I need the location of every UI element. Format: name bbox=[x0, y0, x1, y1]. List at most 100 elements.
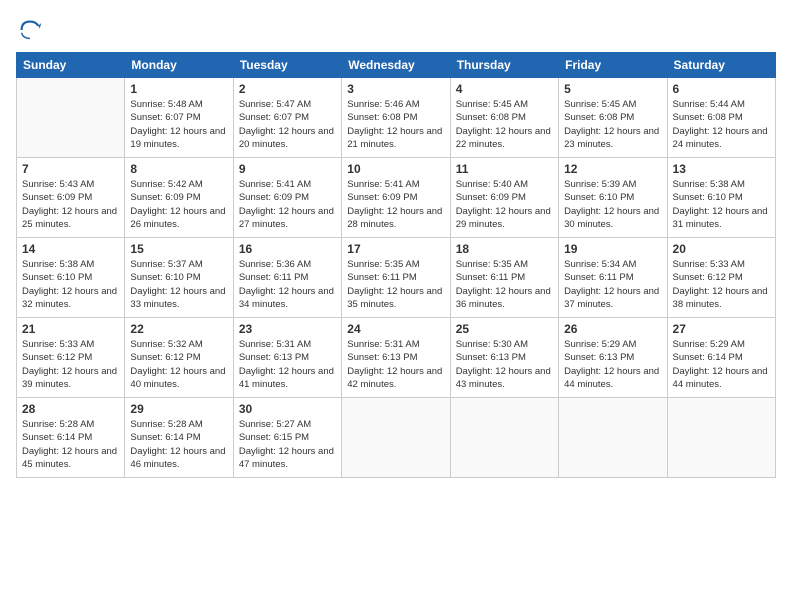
day-info: Sunrise: 5:45 AMSunset: 6:08 PMDaylight:… bbox=[564, 98, 661, 151]
day-number: 20 bbox=[673, 242, 770, 256]
header-row: SundayMondayTuesdayWednesdayThursdayFrid… bbox=[17, 53, 776, 78]
day-number: 1 bbox=[130, 82, 227, 96]
day-info: Sunrise: 5:33 AMSunset: 6:12 PMDaylight:… bbox=[673, 258, 770, 311]
calendar-cell: 9 Sunrise: 5:41 AMSunset: 6:09 PMDaylight… bbox=[233, 158, 341, 238]
calendar-cell: 27Sunrise: 5:29 AMSunset: 6:14 PMDayligh… bbox=[667, 318, 775, 398]
calendar-cell bbox=[17, 78, 125, 158]
calendar-week-row: 21 Sunrise: 5:33 AMSunset: 6:12 PMDayligh… bbox=[17, 318, 776, 398]
day-number: 28 bbox=[22, 402, 119, 416]
calendar-week-row: 28 Sunrise: 5:28 AMSunset: 6:14 PMDayligh… bbox=[17, 398, 776, 478]
day-number: 25 bbox=[456, 322, 553, 336]
day-number: 15 bbox=[130, 242, 227, 256]
day-number: 9 bbox=[239, 162, 336, 176]
logo bbox=[16, 16, 48, 44]
calendar-cell: 8 Sunrise: 5:42 AMSunset: 6:09 PMDaylight… bbox=[125, 158, 233, 238]
day-number: 13 bbox=[673, 162, 770, 176]
weekday-header: Monday bbox=[125, 53, 233, 78]
day-info: Sunrise: 5:29 AMSunset: 6:13 PMDaylight:… bbox=[564, 338, 661, 391]
day-number: 5 bbox=[564, 82, 661, 96]
calendar-header: SundayMondayTuesdayWednesdayThursdayFrid… bbox=[17, 53, 776, 78]
day-number: 30 bbox=[239, 402, 336, 416]
calendar-cell bbox=[450, 398, 558, 478]
weekday-header: Sunday bbox=[17, 53, 125, 78]
calendar-cell: 6 Sunrise: 5:44 AMSunset: 6:08 PMDaylight… bbox=[667, 78, 775, 158]
calendar-cell: 22 Sunrise: 5:32 AMSunset: 6:12 PMDayligh… bbox=[125, 318, 233, 398]
weekday-header: Tuesday bbox=[233, 53, 341, 78]
calendar-cell: 16Sunrise: 5:36 AMSunset: 6:11 PMDayligh… bbox=[233, 238, 341, 318]
calendar-cell: 29 Sunrise: 5:28 AMSunset: 6:14 PMDayligh… bbox=[125, 398, 233, 478]
calendar-cell: 4 Sunrise: 5:45 AMSunset: 6:08 PMDaylight… bbox=[450, 78, 558, 158]
day-info: Sunrise: 5:34 AMSunset: 6:11 PMDaylight:… bbox=[564, 258, 661, 311]
calendar-cell: 17 Sunrise: 5:35 AMSunset: 6:11 PMDayligh… bbox=[342, 238, 450, 318]
calendar-cell bbox=[559, 398, 667, 478]
calendar-body: 1 Sunrise: 5:48 AMSunset: 6:07 PMDaylight… bbox=[17, 78, 776, 478]
day-number: 21 bbox=[22, 322, 119, 336]
day-number: 2 bbox=[239, 82, 336, 96]
calendar-week-row: 14 Sunrise: 5:38 AMSunset: 6:10 PMDayligh… bbox=[17, 238, 776, 318]
calendar-cell: 25Sunrise: 5:30 AMSunset: 6:13 PMDayligh… bbox=[450, 318, 558, 398]
day-number: 14 bbox=[22, 242, 119, 256]
calendar-cell: 21 Sunrise: 5:33 AMSunset: 6:12 PMDayligh… bbox=[17, 318, 125, 398]
calendar-cell: 18Sunrise: 5:35 AMSunset: 6:11 PMDayligh… bbox=[450, 238, 558, 318]
day-number: 29 bbox=[130, 402, 227, 416]
day-info: Sunrise: 5:27 AMSunset: 6:15 PMDaylight:… bbox=[239, 418, 336, 471]
day-info: Sunrise: 5:48 AMSunset: 6:07 PMDaylight:… bbox=[130, 98, 227, 151]
day-info: Sunrise: 5:40 AMSunset: 6:09 PMDaylight:… bbox=[456, 178, 553, 231]
calendar-cell: 30 Sunrise: 5:27 AMSunset: 6:15 PMDayligh… bbox=[233, 398, 341, 478]
day-number: 11 bbox=[456, 162, 553, 176]
page-header bbox=[16, 16, 776, 44]
calendar-week-row: 1 Sunrise: 5:48 AMSunset: 6:07 PMDaylight… bbox=[17, 78, 776, 158]
calendar-cell: 12 Sunrise: 5:39 AMSunset: 6:10 PMDayligh… bbox=[559, 158, 667, 238]
day-info: Sunrise: 5:38 AMSunset: 6:10 PMDaylight:… bbox=[673, 178, 770, 231]
day-number: 18 bbox=[456, 242, 553, 256]
day-info: Sunrise: 5:35 AMSunset: 6:11 PMDaylight:… bbox=[347, 258, 444, 311]
calendar-cell: 24 Sunrise: 5:31 AMSunset: 6:13 PMDayligh… bbox=[342, 318, 450, 398]
calendar-cell: 2 Sunrise: 5:47 AMSunset: 6:07 PMDaylight… bbox=[233, 78, 341, 158]
day-number: 12 bbox=[564, 162, 661, 176]
day-info: Sunrise: 5:42 AMSunset: 6:09 PMDaylight:… bbox=[130, 178, 227, 231]
day-info: Sunrise: 5:46 AMSunset: 6:08 PMDaylight:… bbox=[347, 98, 444, 151]
day-info: Sunrise: 5:45 AMSunset: 6:08 PMDaylight:… bbox=[456, 98, 553, 151]
day-info: Sunrise: 5:47 AMSunset: 6:07 PMDaylight:… bbox=[239, 98, 336, 151]
calendar-cell: 1 Sunrise: 5:48 AMSunset: 6:07 PMDaylight… bbox=[125, 78, 233, 158]
calendar-cell: 13 Sunrise: 5:38 AMSunset: 6:10 PMDayligh… bbox=[667, 158, 775, 238]
day-number: 6 bbox=[673, 82, 770, 96]
calendar-cell bbox=[342, 398, 450, 478]
day-number: 22 bbox=[130, 322, 227, 336]
calendar-cell: 14 Sunrise: 5:38 AMSunset: 6:10 PMDayligh… bbox=[17, 238, 125, 318]
calendar-cell: 5 Sunrise: 5:45 AMSunset: 6:08 PMDaylight… bbox=[559, 78, 667, 158]
day-info: Sunrise: 5:33 AMSunset: 6:12 PMDaylight:… bbox=[22, 338, 119, 391]
day-number: 7 bbox=[22, 162, 119, 176]
day-info: Sunrise: 5:41 AMSunset: 6:09 PMDaylight:… bbox=[239, 178, 336, 231]
calendar-cell bbox=[667, 398, 775, 478]
day-info: Sunrise: 5:36 AMSunset: 6:11 PMDaylight:… bbox=[239, 258, 336, 311]
calendar-cell: 20 Sunrise: 5:33 AMSunset: 6:12 PMDayligh… bbox=[667, 238, 775, 318]
weekday-header: Thursday bbox=[450, 53, 558, 78]
day-number: 3 bbox=[347, 82, 444, 96]
day-number: 17 bbox=[347, 242, 444, 256]
calendar-cell: 10Sunrise: 5:41 AMSunset: 6:09 PMDayligh… bbox=[342, 158, 450, 238]
calendar-cell: 26 Sunrise: 5:29 AMSunset: 6:13 PMDayligh… bbox=[559, 318, 667, 398]
weekday-header: Friday bbox=[559, 53, 667, 78]
day-info: Sunrise: 5:28 AMSunset: 6:14 PMDaylight:… bbox=[130, 418, 227, 471]
day-number: 19 bbox=[564, 242, 661, 256]
calendar-cell: 19 Sunrise: 5:34 AMSunset: 6:11 PMDayligh… bbox=[559, 238, 667, 318]
day-info: Sunrise: 5:31 AMSunset: 6:13 PMDaylight:… bbox=[347, 338, 444, 391]
day-number: 27 bbox=[673, 322, 770, 336]
day-number: 8 bbox=[130, 162, 227, 176]
day-number: 4 bbox=[456, 82, 553, 96]
day-info: Sunrise: 5:32 AMSunset: 6:12 PMDaylight:… bbox=[130, 338, 227, 391]
day-number: 23 bbox=[239, 322, 336, 336]
day-info: Sunrise: 5:38 AMSunset: 6:10 PMDaylight:… bbox=[22, 258, 119, 311]
day-info: Sunrise: 5:28 AMSunset: 6:14 PMDaylight:… bbox=[22, 418, 119, 471]
calendar-cell: 23 Sunrise: 5:31 AMSunset: 6:13 PMDayligh… bbox=[233, 318, 341, 398]
day-number: 24 bbox=[347, 322, 444, 336]
day-info: Sunrise: 5:43 AMSunset: 6:09 PMDaylight:… bbox=[22, 178, 119, 231]
day-number: 26 bbox=[564, 322, 661, 336]
day-info: Sunrise: 5:39 AMSunset: 6:10 PMDaylight:… bbox=[564, 178, 661, 231]
calendar-cell: 28 Sunrise: 5:28 AMSunset: 6:14 PMDayligh… bbox=[17, 398, 125, 478]
calendar-cell: 3 Sunrise: 5:46 AMSunset: 6:08 PMDaylight… bbox=[342, 78, 450, 158]
day-info: Sunrise: 5:44 AMSunset: 6:08 PMDaylight:… bbox=[673, 98, 770, 151]
day-info: Sunrise: 5:31 AMSunset: 6:13 PMDaylight:… bbox=[239, 338, 336, 391]
day-info: Sunrise: 5:41 AMSunset: 6:09 PMDaylight:… bbox=[347, 178, 444, 231]
